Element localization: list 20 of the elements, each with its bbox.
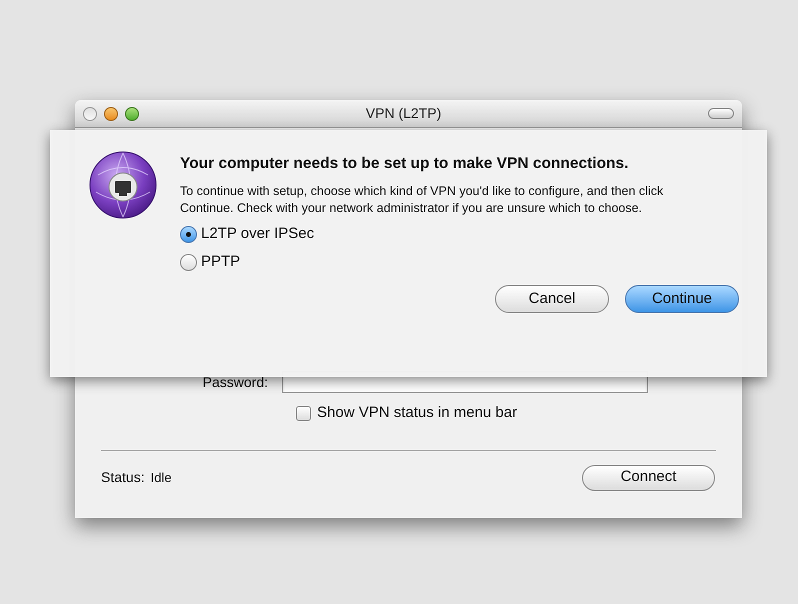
- connect-button[interactable]: Connect: [582, 464, 715, 490]
- radio-button[interactable]: [180, 226, 197, 243]
- minimize-button[interactable]: [104, 106, 118, 120]
- checkbox-label: Show VPN status in menu bar: [317, 403, 518, 423]
- password-label: Password:: [202, 372, 269, 392]
- radio-button[interactable]: [180, 254, 197, 270]
- window-title: VPN (L2TP): [364, 104, 442, 123]
- radio-label: L2TP over IPSec: [201, 224, 314, 244]
- radio-label: PPTP: [201, 252, 240, 272]
- status-value: Idle: [150, 468, 172, 487]
- zoom-button[interactable]: [125, 106, 139, 120]
- sheet-heading: Your computer needs to be set up to make VPN connections.: [180, 154, 630, 174]
- network-globe-icon: [88, 150, 158, 220]
- toolbar-toggle-button[interactable]: [708, 108, 734, 119]
- checkbox[interactable]: [296, 406, 311, 421]
- sheet-message: To continue with setup, choose which kind of VPN you'd like to configure, and then click Continue. Check with your network administrator if you are unsure which to choose.: [180, 183, 664, 218]
- continue-button[interactable]: Continue: [625, 285, 739, 314]
- close-button[interactable]: [83, 106, 97, 120]
- cancel-button[interactable]: Cancel: [495, 285, 609, 314]
- status-label: Status:: [101, 468, 145, 487]
